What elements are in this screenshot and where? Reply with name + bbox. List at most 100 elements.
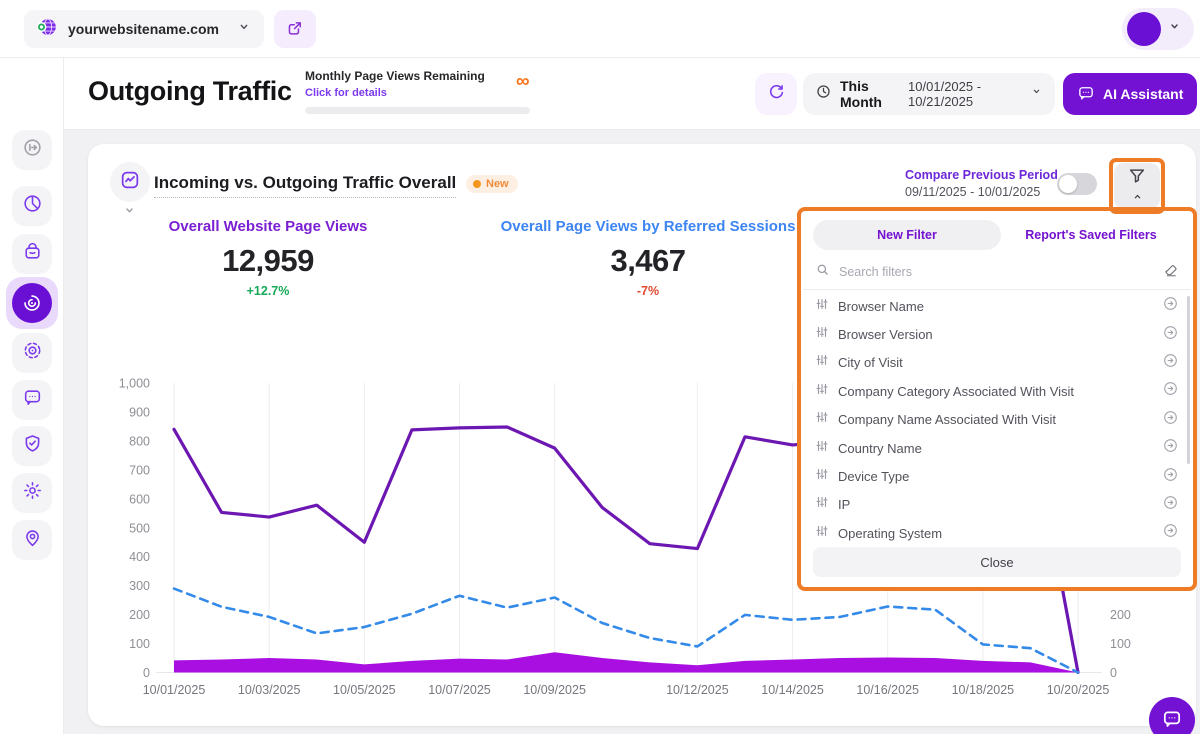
filter-item-label: IP (838, 497, 1153, 512)
date-preset: This Month (840, 78, 900, 110)
refresh-icon (767, 83, 786, 105)
filter-search-row (803, 255, 1191, 290)
shield-icon (22, 433, 43, 459)
chat-bubble-icon (1161, 708, 1183, 733)
svg-text:300: 300 (129, 579, 150, 593)
filter-item-label: Browser Name (838, 299, 1153, 314)
sidebar (0, 58, 64, 734)
chevron-down-icon (1167, 19, 1182, 39)
svg-text:200: 200 (1110, 608, 1131, 622)
svg-text:700: 700 (129, 463, 150, 477)
svg-text:600: 600 (129, 492, 150, 506)
website-selector[interactable]: yourwebsitename.com (24, 10, 264, 48)
sidebar-item-communication[interactable] (12, 380, 52, 420)
sidebar-item-traffic-insights[interactable] (6, 277, 58, 329)
sliders-icon (815, 524, 829, 543)
sidebar-item-settings[interactable] (12, 473, 52, 513)
svg-text:10/09/2025: 10/09/2025 (523, 683, 586, 697)
filter-item[interactable]: Device Type (801, 462, 1193, 490)
filter-item[interactable]: Browser Name (801, 292, 1193, 320)
filter-item[interactable]: Operating System (801, 519, 1193, 543)
filter-item-label: Operating System (838, 526, 1153, 541)
refresh-button[interactable] (755, 73, 797, 115)
arrow-right-circle-icon (1162, 295, 1179, 317)
account-menu[interactable] (1122, 8, 1194, 50)
sliders-icon (815, 382, 829, 401)
gear-icon (22, 480, 43, 506)
filter-item-label: Company Name Associated With Visit (838, 412, 1153, 427)
filter-item[interactable]: Country Name (801, 434, 1193, 462)
svg-text:10/03/2025: 10/03/2025 (238, 683, 301, 697)
filter-item[interactable]: Browser Version (801, 320, 1193, 348)
svg-text:800: 800 (129, 434, 150, 448)
arrow-right-circle-icon (1162, 352, 1179, 374)
clear-filters-icon[interactable] (1163, 262, 1179, 283)
app-root: yourwebsitename.com Outgoing Traffic Mon… (0, 0, 1200, 734)
filter-item-label: Browser Version (838, 327, 1153, 342)
filter-item[interactable]: IP (801, 491, 1193, 519)
svg-text:100: 100 (1110, 637, 1131, 651)
svg-text:10/12/2025: 10/12/2025 (666, 683, 729, 697)
arrow-right-circle-icon (1162, 409, 1179, 431)
filter-item[interactable]: City of Visit (801, 349, 1193, 377)
svg-text:10/18/2025: 10/18/2025 (952, 683, 1015, 697)
sidebar-item-session-recordings[interactable] (12, 333, 52, 373)
svg-text:900: 900 (129, 405, 150, 419)
svg-text:10/01/2025: 10/01/2025 (143, 683, 206, 697)
svg-text:100: 100 (129, 637, 150, 651)
quota-details-link[interactable]: Click for details (305, 87, 387, 99)
arrow-right-circle-icon (22, 137, 43, 163)
infinity-badge: ∞ (516, 71, 530, 93)
svg-text:1,000: 1,000 (119, 377, 150, 391)
quota-label: Monthly Page Views Remaining (305, 69, 535, 83)
search-icon (815, 262, 830, 282)
date-range-value: 10/01/2025 - 10/21/2025 (908, 79, 1022, 109)
arrow-right-circle-icon (1162, 466, 1179, 488)
tab-saved-filters[interactable]: Report's Saved Filters (1001, 228, 1181, 242)
page-header: Outgoing Traffic Monthly Page Views Rema… (64, 58, 1200, 130)
svg-text:10/20/2025: 10/20/2025 (1047, 683, 1110, 697)
ai-chat-icon (1077, 84, 1095, 105)
filter-item-label: Device Type (838, 469, 1153, 484)
arrow-right-circle-icon (1162, 522, 1179, 543)
traffic-card: 01002003004005006007008009001,0002001000… (88, 144, 1196, 726)
ai-assistant-button[interactable]: AI Assistant (1063, 73, 1197, 115)
filter-item-label: Country Name (838, 441, 1153, 456)
chevron-down-icon (1030, 85, 1043, 103)
pin-icon (22, 527, 43, 553)
sliders-icon (815, 297, 829, 316)
svg-text:10/16/2025: 10/16/2025 (856, 683, 919, 697)
open-website-button[interactable] (274, 10, 316, 48)
arrow-right-circle-icon (1162, 324, 1179, 346)
sidebar-item-visitor-location[interactable] (12, 520, 52, 560)
sidebar-item-collapse-panel[interactable] (12, 130, 52, 170)
svg-text:10/05/2025: 10/05/2025 (333, 683, 396, 697)
sliders-icon (815, 467, 829, 486)
sliders-icon (815, 495, 829, 514)
clock-icon (815, 83, 832, 105)
sidebar-item-ecommerce[interactable] (12, 234, 52, 274)
date-range-selector[interactable]: This Month 10/01/2025 - 10/21/2025 (803, 73, 1055, 115)
topbar: yourwebsitename.com (0, 0, 1200, 58)
svg-text:200: 200 (129, 608, 150, 622)
sliders-icon (815, 410, 829, 429)
svg-text:500: 500 (129, 521, 150, 535)
filter-panel-close-button[interactable]: Close (813, 547, 1181, 577)
filter-item[interactable]: Company Name Associated With Visit (801, 406, 1193, 434)
chat-icon (22, 387, 43, 413)
arrow-right-circle-icon (1162, 380, 1179, 402)
sidebar-item-privacy[interactable] (12, 426, 52, 466)
tab-new-filter[interactable]: New Filter (813, 220, 1001, 250)
website-globe-icon (36, 16, 58, 43)
panel-scrollbar[interactable] (1187, 296, 1190, 464)
ai-assistant-label: AI Assistant (1103, 86, 1183, 102)
arrow-right-circle-icon (1162, 437, 1179, 459)
filter-item[interactable]: Company Category Associated With Visit (801, 377, 1193, 405)
svg-text:400: 400 (129, 550, 150, 564)
sidebar-item-dashboard[interactable] (12, 186, 52, 226)
filter-panel-tabs: New Filter Report's Saved Filters (813, 220, 1181, 250)
filter-item-label: City of Visit (838, 355, 1153, 370)
chevron-down-icon (236, 19, 252, 40)
filter-search-input[interactable] (839, 265, 1154, 279)
filter-list: Browser Name Browser Version City of Visit… (801, 290, 1193, 543)
